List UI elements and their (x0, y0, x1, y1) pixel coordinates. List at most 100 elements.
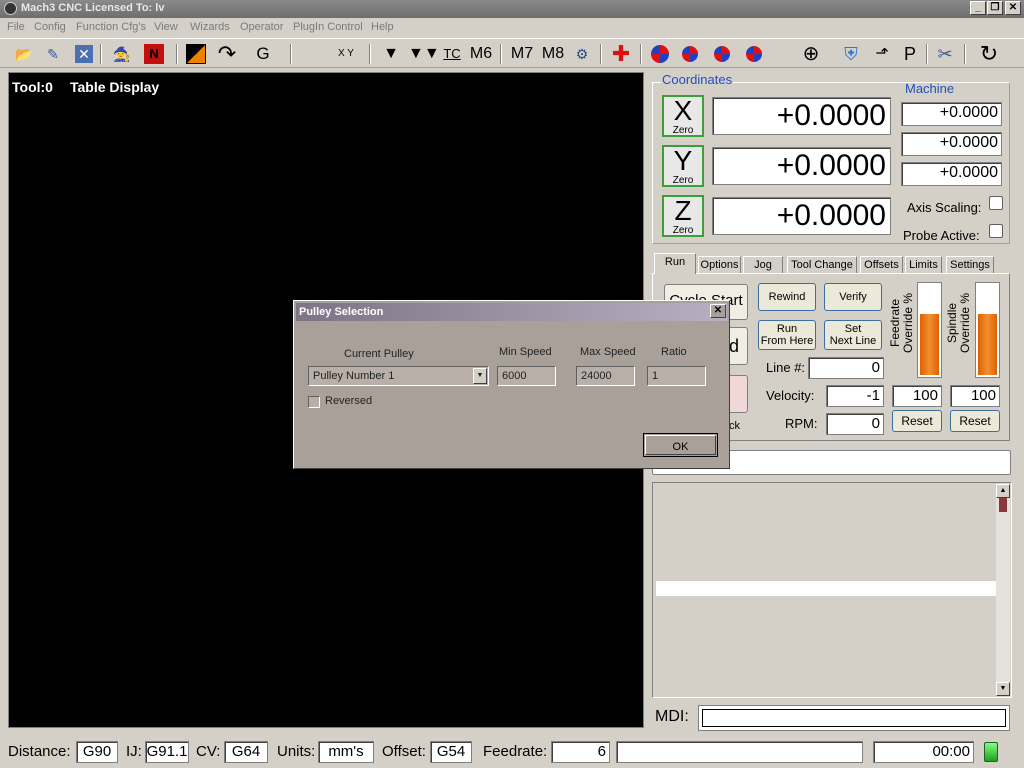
zero-x-button[interactable]: X Zero (662, 95, 704, 137)
gcode-current-line (656, 581, 998, 596)
offset-label: Offset: (382, 743, 426, 760)
reference-x-icon[interactable] (680, 43, 706, 65)
spindle-reset-button[interactable]: Reset (950, 410, 1000, 432)
distance-mode: G90 (76, 741, 118, 763)
reference-all-icon[interactable] (648, 43, 672, 65)
pulley-select[interactable]: Pulley Number 1 ▼ (308, 366, 489, 386)
crosshair-red-icon[interactable]: ✚ (608, 43, 634, 65)
goto-safe-z-icon[interactable]: ▼▼ (408, 43, 440, 65)
rewind-button[interactable]: Rewind (758, 283, 816, 311)
distance-label: Distance: (8, 743, 71, 760)
tab-limits[interactable]: Limits (905, 256, 942, 274)
p-button[interactable]: P (898, 43, 922, 65)
menu-file[interactable]: File (7, 21, 25, 33)
target-icon[interactable]: ⊕ (798, 43, 824, 65)
wizard-icon[interactable]: 🧙 (110, 43, 134, 65)
menu-wizards[interactable]: Wizards (190, 21, 230, 33)
edit-gcode-icon[interactable]: ✎ (42, 43, 64, 65)
close-button[interactable]: ✕ (1005, 1, 1021, 15)
cv-label: CV: (196, 743, 221, 760)
open-file-icon[interactable]: 📂 (14, 43, 34, 65)
dialog-close-button[interactable]: ✕ (710, 304, 726, 318)
verify-button[interactable]: Verify (824, 283, 882, 311)
max-speed-field[interactable]: 24000 (576, 366, 635, 386)
scroll-up-icon[interactable]: ▲ (996, 484, 1010, 498)
gcode-scrollbar[interactable]: ▲ ▼ (996, 484, 1010, 696)
display-title: Table Display (70, 79, 160, 95)
x-dro[interactable]: +0.0000 (712, 97, 891, 135)
x-machine-dro: +0.0000 (901, 102, 1002, 126)
cv-mode: G64 (224, 741, 268, 763)
scroll-thumb[interactable] (999, 498, 1007, 512)
spindle-override-dro[interactable]: 100 (950, 385, 1000, 407)
shield-icon[interactable]: ⛨ (838, 43, 864, 65)
reference-z-icon[interactable] (744, 43, 770, 65)
minimize-button[interactable]: _ (970, 1, 986, 15)
reference-y-icon[interactable] (712, 43, 738, 65)
reversed-label: Reversed (325, 395, 373, 407)
velocity-label: Velocity: (766, 388, 815, 403)
ratio-field[interactable]: 1 (647, 366, 706, 386)
units-label: Units: (277, 743, 316, 760)
menu-plugin-control[interactable]: PlugIn Control (293, 21, 363, 33)
m7-button[interactable]: M7 (508, 43, 536, 65)
xy-zero-icon[interactable]: X Y (332, 43, 360, 65)
tab-run[interactable]: Run (654, 253, 696, 274)
zero-y-button[interactable]: Y Zero (662, 145, 704, 187)
feedrate-override-bar[interactable] (917, 282, 942, 378)
tab-jog[interactable]: Jog (743, 256, 783, 274)
menu-help[interactable]: Help (371, 21, 394, 33)
m6-button[interactable]: M6 (467, 43, 495, 65)
goto-zero-icon[interactable]: ▼ (380, 43, 402, 65)
line-number-field[interactable]: 0 (808, 357, 884, 379)
menu-config[interactable]: Config (34, 21, 66, 33)
menu-operator[interactable]: Operator (240, 21, 283, 33)
close-gcode-icon[interactable]: ✕ (74, 43, 94, 65)
zero-z-button[interactable]: Z Zero (662, 195, 704, 237)
gcode-list[interactable]: ▲ ▼ (652, 482, 1012, 698)
status-bar: Distance: G90 IJ: G91.1 CV: G64 Units: m… (0, 738, 1024, 768)
tab-offsets[interactable]: Offsets (860, 256, 903, 274)
menu-function-cfgs[interactable]: Function Cfg's (76, 21, 146, 33)
feedrate-override-dro[interactable]: 100 (892, 385, 942, 407)
tab-settings[interactable]: Settings (946, 256, 994, 274)
set-next-line-button[interactable]: Set Next Line (824, 320, 882, 350)
m8-button[interactable]: M8 (539, 43, 567, 65)
menu-bar: File Config Function Cfg's View Wizards … (0, 18, 1024, 38)
app-icon (4, 2, 17, 15)
z-dro[interactable]: +0.0000 (712, 197, 891, 235)
spindle-icon[interactable]: ⚙ (570, 43, 594, 65)
reversed-checkbox[interactable] (308, 396, 320, 408)
toolbar: 📂 ✎ ✕ 🧙 N ↷ G X Y ▼ ▼▼ TC M6 M7 M8 ⚙ ✚ ⊕… (0, 38, 1024, 68)
g-code-button[interactable]: G (252, 43, 274, 65)
maximize-button[interactable]: ❐ (987, 1, 1003, 15)
feedrate-reset-button[interactable]: Reset (892, 410, 942, 432)
refresh-icon[interactable]: ↻ (976, 43, 1002, 65)
title-bar: Mach3 CNC Licensed To: lv _ ❐ ✕ (0, 0, 1024, 18)
offset-value: G54 (430, 741, 472, 763)
y-dro[interactable]: +0.0000 (712, 147, 891, 185)
ok-button[interactable]: OK (643, 433, 718, 457)
tools-icon[interactable]: ✂ (932, 43, 958, 65)
ns-icon[interactable]: N (143, 43, 165, 65)
line-number-label: Line #: (766, 360, 806, 375)
toggle-display-icon[interactable] (185, 43, 207, 65)
min-speed-field[interactable]: 6000 (497, 366, 556, 386)
machine-title: Machine (905, 81, 955, 96)
axis-icon[interactable]: ⬏ (870, 43, 894, 65)
scroll-down-icon[interactable]: ▼ (996, 682, 1010, 696)
coordinates-title: Coordinates (661, 72, 734, 87)
probe-active-label: Probe Active: (903, 228, 980, 243)
redo-arrow-icon[interactable]: ↷ (215, 43, 239, 65)
spindle-override-bar[interactable] (975, 282, 1000, 378)
run-from-here-button[interactable]: Run From Here (758, 320, 816, 350)
tab-tool-change[interactable]: Tool Change (787, 256, 857, 274)
min-speed-label: Min Speed (499, 346, 552, 358)
status-led-icon (984, 742, 998, 762)
ij-mode: G91.1 (145, 741, 189, 763)
chevron-down-icon[interactable]: ▼ (473, 368, 487, 384)
menu-view[interactable]: View (154, 21, 178, 33)
mdi-input[interactable] (702, 709, 1006, 727)
tool-change-button[interactable]: TC (440, 43, 464, 65)
tab-options[interactable]: Options (698, 256, 741, 274)
